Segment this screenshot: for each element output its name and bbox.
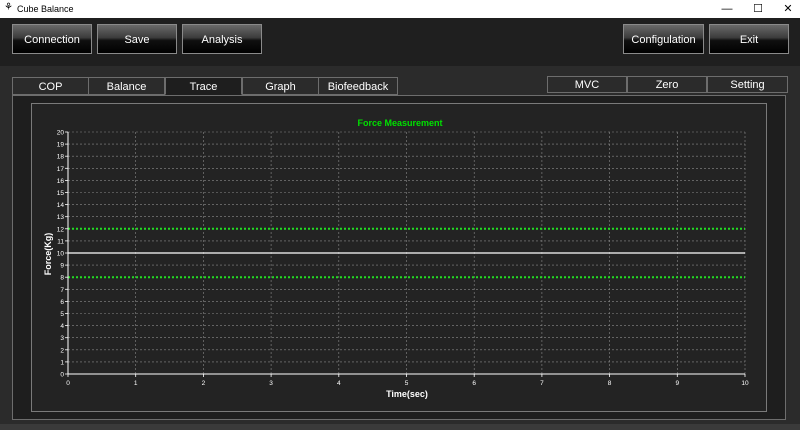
y-tick-label: 19: [57, 142, 65, 149]
settings-tabs: MVC Zero Setting: [0, 76, 800, 94]
force-chart: 012345678910111213141516171819200 1 2 3 4 5 6 7…: [43, 118, 749, 399]
connection-button[interactable]: Connection: [12, 24, 92, 54]
y-tick-label: 1: [60, 359, 64, 366]
y-tick-label: 11: [57, 238, 64, 245]
x-tick-label: 10: [741, 380, 749, 387]
y-tick-label: 9: [60, 263, 64, 270]
x-tick-label: 1: [134, 380, 138, 387]
minimize-icon[interactable]: —: [712, 0, 742, 18]
toolbar: Connection Save Analysis Configulation E…: [0, 18, 800, 66]
y-tick-label: 6: [60, 299, 64, 306]
y-tick-label: 12: [57, 226, 65, 233]
window-title: Cube Balance: [17, 4, 74, 14]
app-feather-icon: ⚘: [4, 2, 13, 13]
title-bar: ⚘ Cube Balance — ☐ ✕: [0, 0, 800, 18]
tab-setting[interactable]: Setting: [707, 76, 788, 93]
x-tick-label: 5: [405, 380, 409, 387]
y-tick-label: 2: [60, 347, 64, 354]
y-tick-label: 10: [57, 251, 65, 258]
x-tick-label: 4: [337, 380, 341, 387]
y-tick-label: 20: [57, 130, 65, 137]
y-tick-label: 14: [57, 202, 65, 209]
x-tick-label: 0: [66, 380, 70, 387]
y-tick-label: 13: [57, 214, 65, 221]
close-icon[interactable]: ✕: [773, 0, 800, 18]
y-tick-label: 15: [57, 190, 65, 197]
tab-zero[interactable]: Zero: [627, 76, 707, 93]
x-axis-label: Time(sec): [386, 389, 428, 399]
x-tick-label: 2: [202, 380, 206, 387]
y-tick-label: 4: [60, 323, 64, 330]
force-chart-frame: 0 1 2 3 4 5 6 7 8 9 10 11 12 13 14 15 16 17 18 19 20 0 1 2 3 4 5 6 7…: [31, 103, 767, 412]
maximize-icon[interactable]: ☐: [743, 0, 773, 18]
y-tick-label: 3: [60, 335, 64, 342]
analysis-button[interactable]: Analysis: [182, 24, 262, 54]
y-tick-label: 17: [57, 166, 65, 173]
status-bar: [0, 424, 800, 430]
x-tick-label: 7: [540, 380, 544, 387]
y-tick-label: 18: [57, 154, 65, 161]
y-tick-label: 8: [60, 275, 64, 282]
save-button[interactable]: Save: [97, 24, 177, 54]
y-tick-label: 5: [60, 311, 64, 318]
x-tick-label: 9: [675, 380, 679, 387]
y-tick-label: 0: [60, 372, 64, 379]
exit-button[interactable]: Exit: [709, 24, 789, 54]
x-tick-label: 8: [608, 380, 612, 387]
x-tick-label: 3: [269, 380, 273, 387]
chart-title: Force Measurement: [357, 118, 442, 128]
y-tick-label: 7: [60, 287, 64, 294]
x-tick-label: 6: [472, 380, 476, 387]
y-tick-label: 16: [57, 178, 65, 185]
configuration-button[interactable]: Configulation: [623, 24, 704, 54]
tab-mvc[interactable]: MVC: [547, 76, 627, 93]
y-axis-label: Force(Kg): [43, 233, 53, 276]
